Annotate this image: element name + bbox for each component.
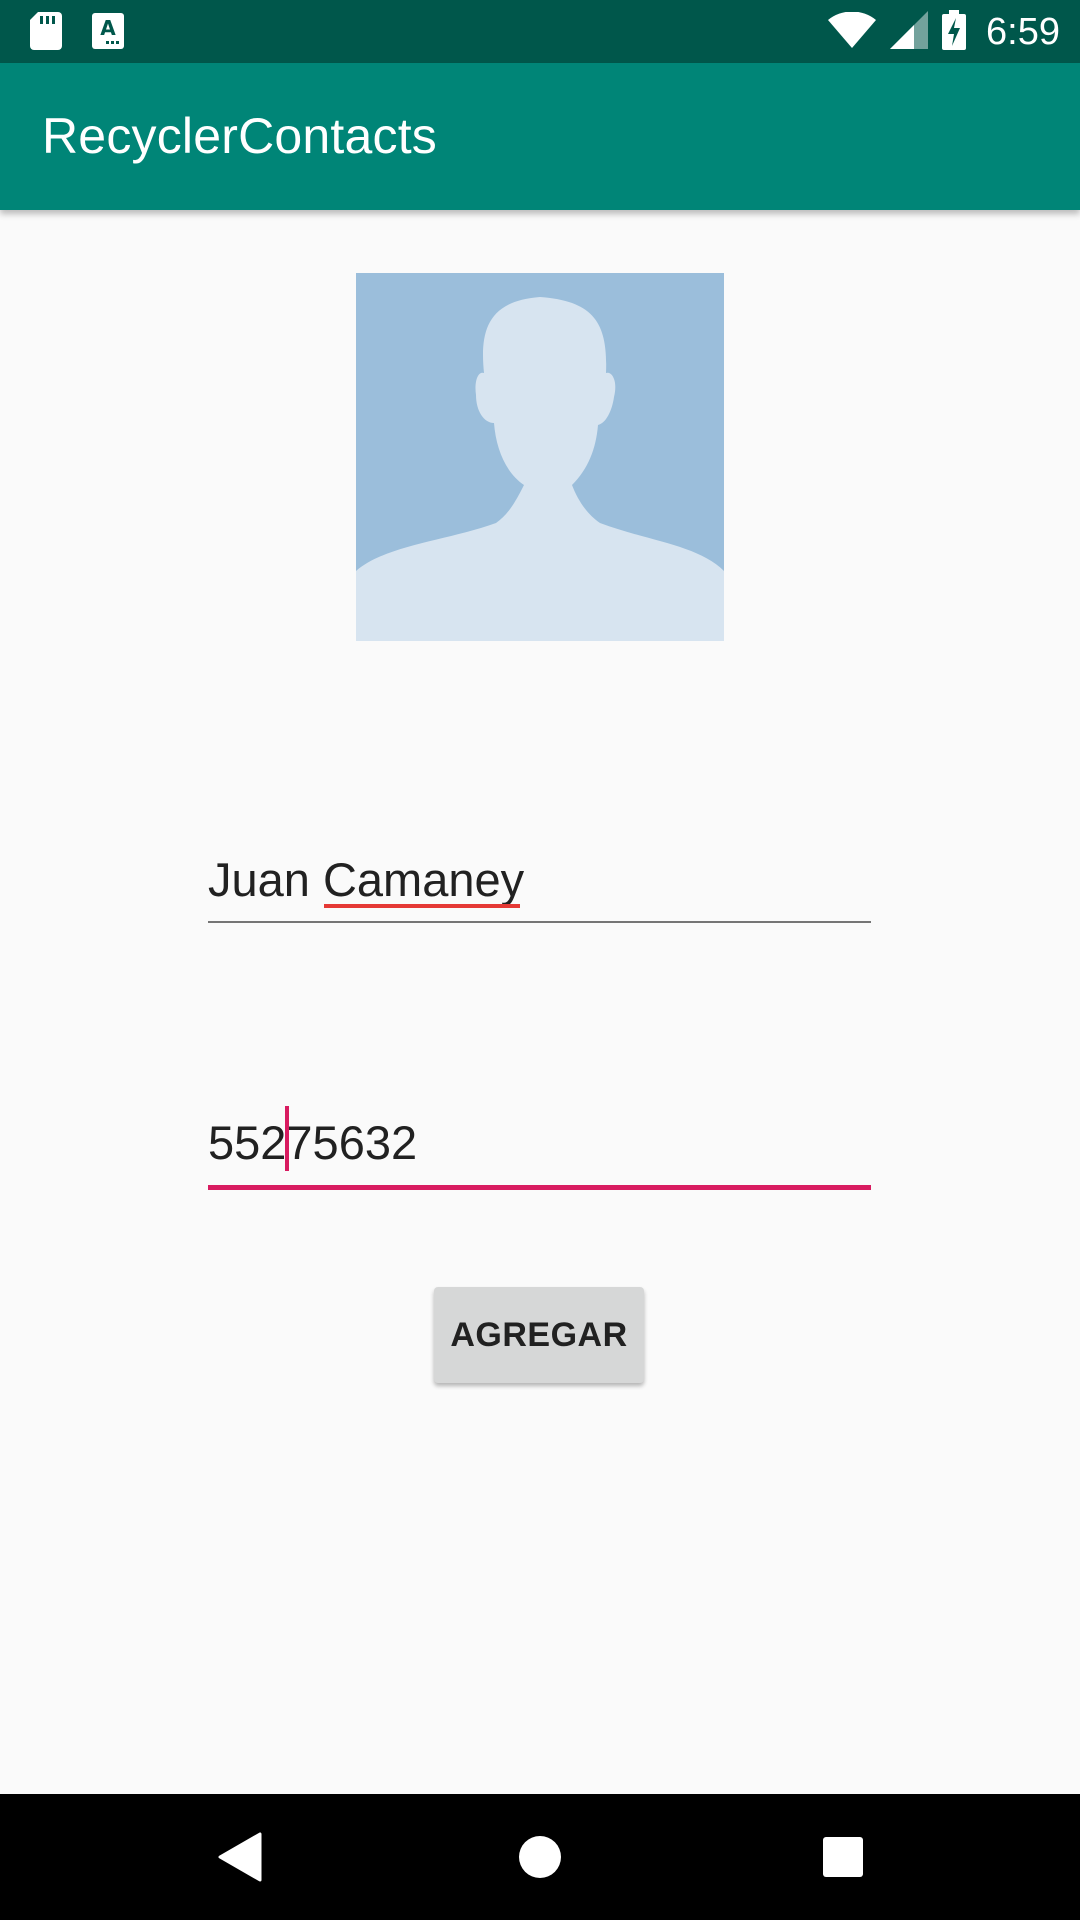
cell-signal-icon [890, 10, 929, 54]
sd-card-icon [30, 12, 62, 55]
system-icons: 6:59 [828, 8, 1060, 56]
text-cursor [285, 1106, 289, 1171]
back-icon[interactable] [206, 1824, 272, 1890]
person-placeholder-icon [356, 297, 724, 641]
screen: A 6:59 RecyclerContacts Juan Camaney 552… [0, 0, 1080, 1920]
app-bar: RecyclerContacts [0, 63, 1080, 210]
battery-charging-icon [942, 9, 967, 55]
recents-icon[interactable] [810, 1824, 876, 1890]
wifi-icon [828, 10, 877, 53]
name-field-underline [208, 921, 871, 923]
phone-field[interactable]: 55275632 [208, 1105, 871, 1195]
status-time: 6:59 [986, 10, 1060, 53]
contact-avatar[interactable] [356, 273, 724, 641]
svg-text:A: A [100, 16, 116, 40]
home-icon[interactable] [507, 1824, 573, 1890]
notification-icons: A [30, 12, 124, 55]
name-field[interactable]: Juan Camaney [208, 840, 871, 930]
name-input-value: Juan Camaney [208, 853, 525, 906]
navigation-bar [0, 1794, 1080, 1920]
keyboard-a-icon: A [92, 13, 124, 54]
phone-input-value: 55275632 [208, 1116, 418, 1169]
phone-field-underline [208, 1185, 871, 1190]
add-button[interactable]: AGREGAR [434, 1287, 644, 1383]
app-title: RecyclerContacts [42, 108, 437, 164]
status-bar: A 6:59 [0, 0, 1080, 63]
spellcheck-underline [324, 904, 520, 908]
